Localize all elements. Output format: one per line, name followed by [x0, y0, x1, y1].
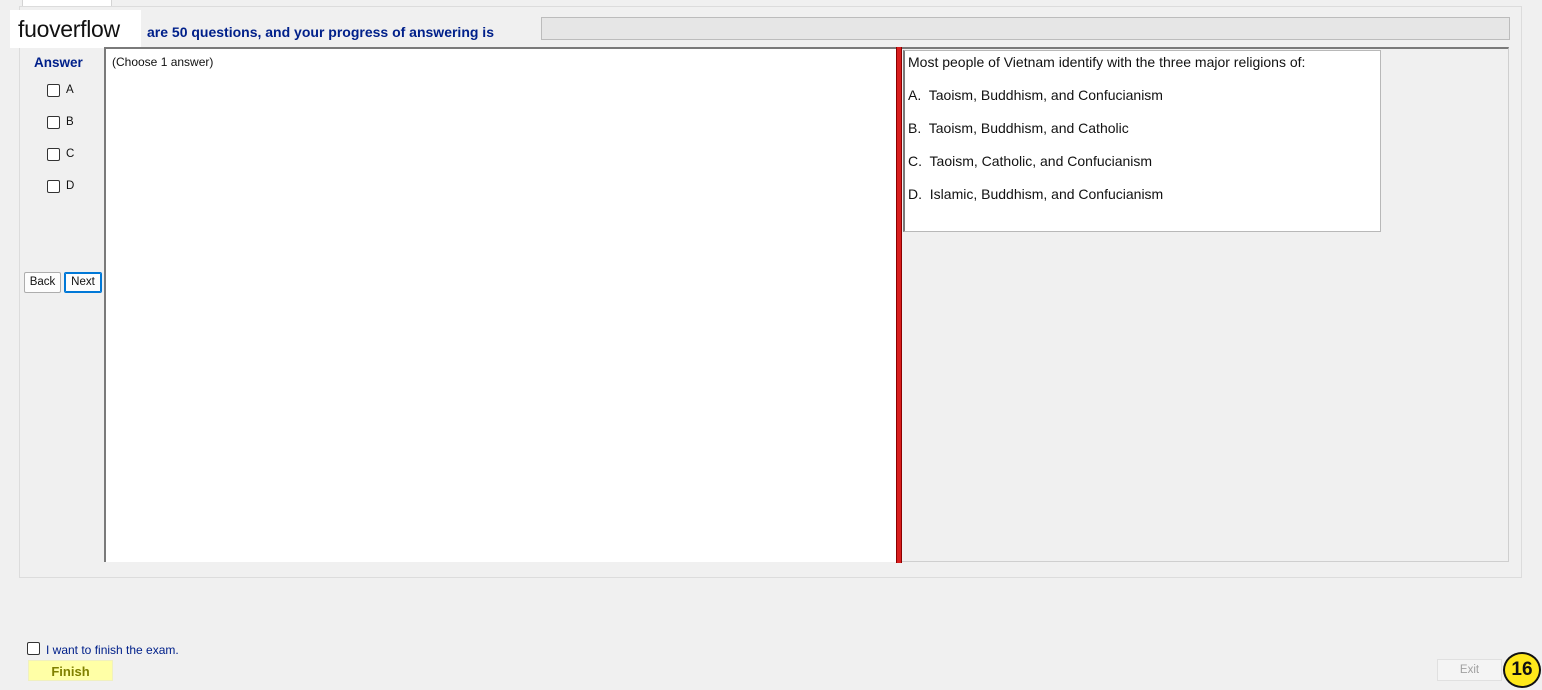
counter-badge: 16	[1503, 652, 1541, 688]
checkbox-c[interactable]	[47, 147, 60, 161]
answer-option-d[interactable]: D	[47, 178, 74, 194]
finish-confirm-checkbox[interactable]: I want to finish the exam.	[27, 640, 179, 657]
answer-option-label: B	[66, 116, 74, 128]
logo: fuoverflow	[10, 10, 141, 48]
progress-bar	[541, 17, 1510, 40]
question-option-b: B. Taoism, Buddhism, and Catholic	[908, 120, 1129, 136]
answer-option-label: A	[66, 84, 74, 96]
checkbox-b[interactable]	[47, 115, 60, 129]
answer-instruction: (Choose 1 answer)	[112, 55, 214, 69]
answer-option-a[interactable]: A	[47, 82, 74, 98]
answer-heading: Answer	[34, 55, 83, 70]
next-button[interactable]: Next	[64, 272, 102, 293]
answer-text-area[interactable]: (Choose 1 answer)	[104, 47, 896, 562]
question-option-c: C. Taoism, Catholic, and Confucianism	[908, 153, 1153, 169]
answer-option-c[interactable]: C	[47, 146, 74, 162]
finish-button[interactable]: Finish	[28, 660, 113, 681]
finish-checkbox[interactable]	[27, 642, 40, 655]
checkbox-a[interactable]	[47, 83, 60, 97]
finish-checkbox-label: I want to finish the exam.	[46, 643, 179, 657]
question-panel: Most people of Vietnam identify with the…	[902, 47, 1509, 562]
question-option-d: D. Islamic, Buddhism, and Confucianism	[908, 186, 1164, 202]
answer-option-label: D	[66, 180, 75, 192]
question-box: Most people of Vietnam identify with the…	[903, 50, 1381, 232]
progress-label: are 50 questions, and your progress of a…	[147, 24, 494, 40]
question-option-a: A. Taoism, Buddhism, and Confucianism	[908, 87, 1163, 103]
exit-button[interactable]: Exit	[1437, 659, 1502, 681]
answer-option-b[interactable]: B	[47, 114, 74, 130]
question-text: Most people of Vietnam identify with the…	[908, 54, 1306, 70]
checkbox-d[interactable]	[47, 179, 60, 193]
back-button[interactable]: Back	[24, 272, 61, 293]
answer-option-label: C	[66, 148, 75, 160]
